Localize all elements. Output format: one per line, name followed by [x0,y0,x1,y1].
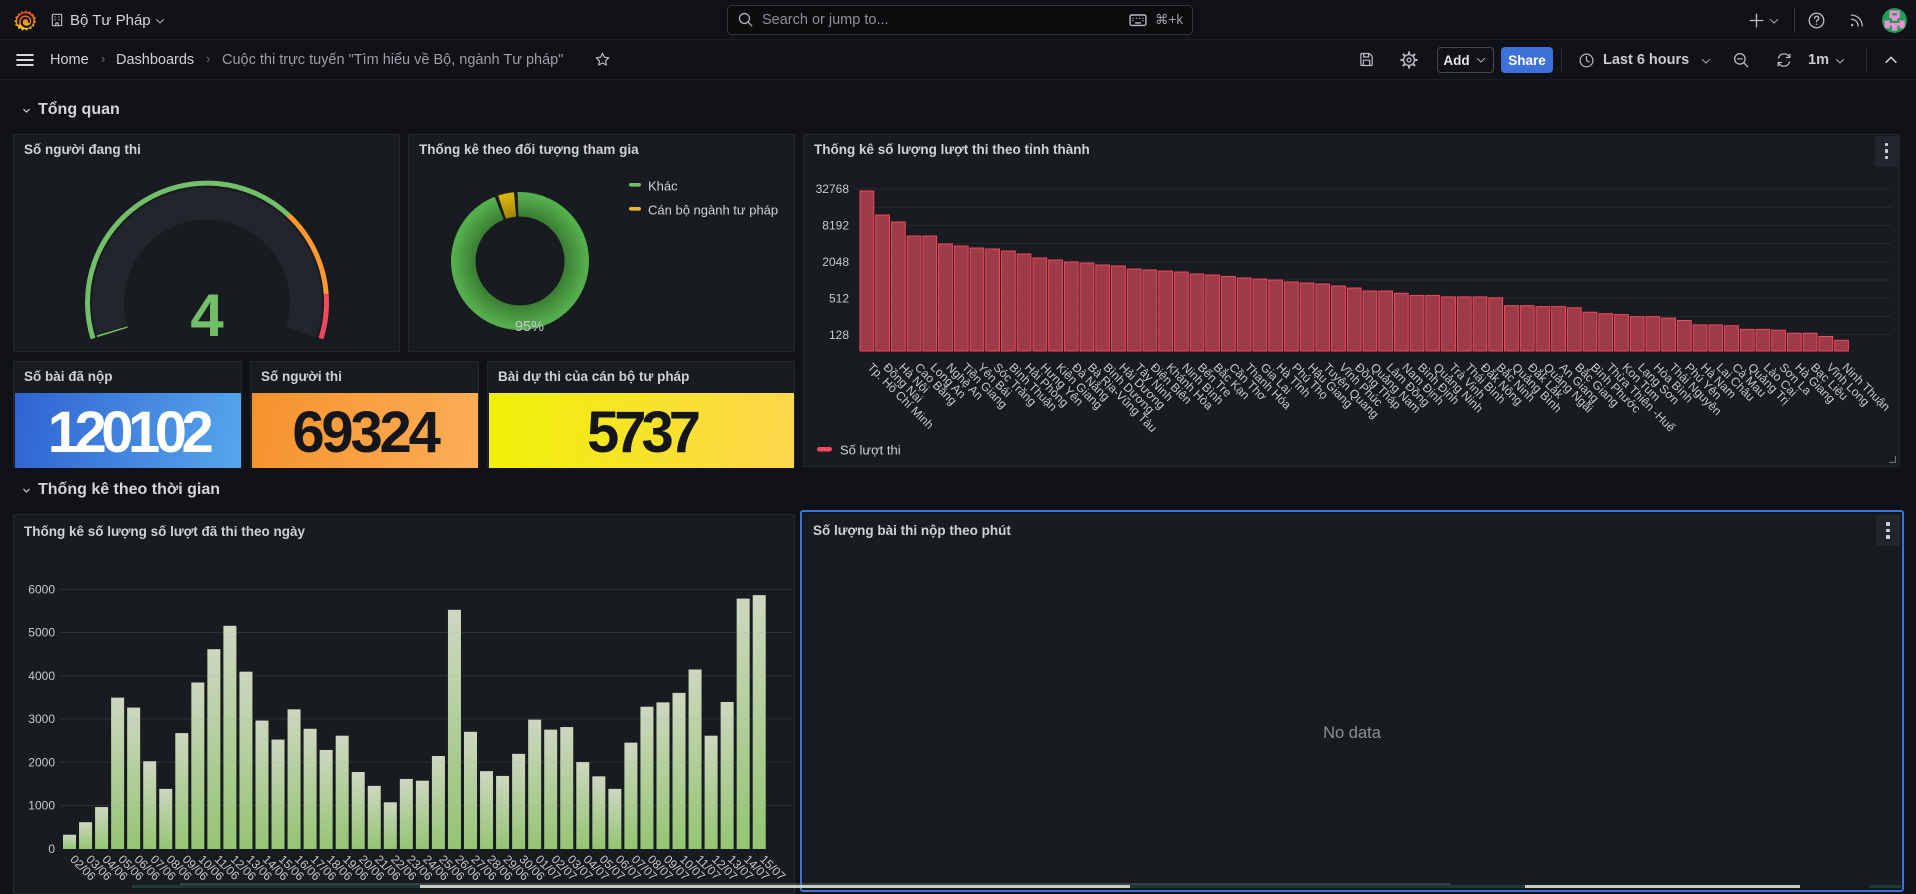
svg-text:1000: 1000 [28,799,55,813]
svg-text:32768: 32768 [816,182,850,196]
svg-text:Số lượt thi: Số lượt thi [840,443,901,458]
svg-text:2000: 2000 [28,755,55,769]
svg-text:2048: 2048 [822,255,849,269]
svg-text:4: 4 [190,282,224,349]
svg-text:5000: 5000 [28,626,55,640]
svg-text:0: 0 [48,842,55,856]
svg-text:512: 512 [829,291,849,305]
svg-text:6000: 6000 [28,582,55,596]
svg-text:Khác: Khác [648,179,678,194]
svg-text:128: 128 [829,328,849,342]
svg-text:95%: 95% [515,319,544,335]
svg-text:8192: 8192 [822,219,849,233]
svg-text:4000: 4000 [28,669,55,683]
svg-text:Cán bộ ngành tư pháp: Cán bộ ngành tư pháp [648,203,778,218]
svg-text:3000: 3000 [28,712,55,726]
